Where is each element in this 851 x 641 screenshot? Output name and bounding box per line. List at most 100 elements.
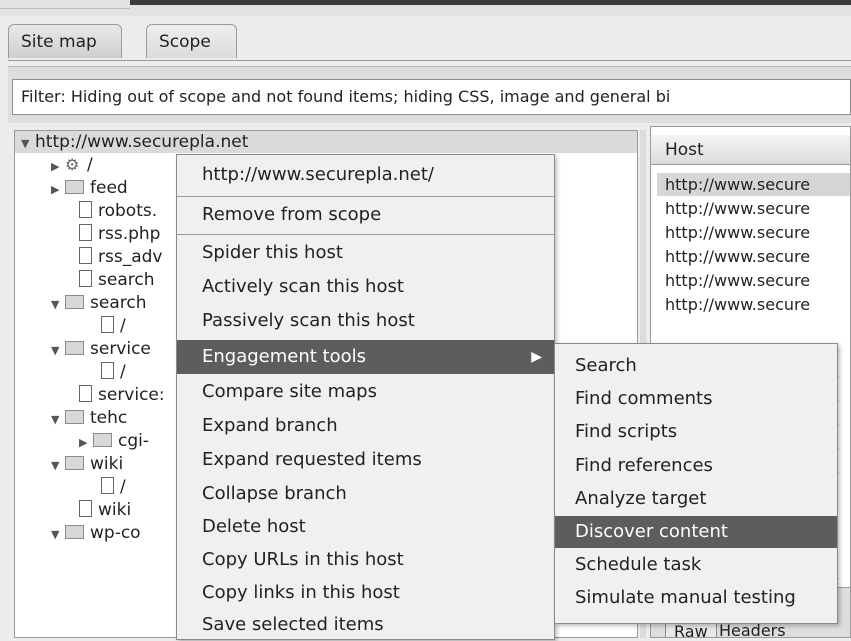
menu-item-remove-from-scope[interactable]: Remove from scope	[177, 199, 554, 231]
host-row[interactable]: http://www.secure	[665, 293, 810, 316]
triangle-down-icon[interactable]: ▼	[21, 133, 35, 155]
engagement-tools-submenu: Search Find comments Find scripts Find r…	[554, 343, 838, 624]
menu-item-delete-host[interactable]: Delete host	[177, 511, 554, 543]
tree-item-label: search	[90, 293, 147, 313]
tree-item-label: tehc	[90, 408, 128, 428]
menu-item-copy-urls[interactable]: Copy URLs in this host	[177, 544, 554, 576]
host-row[interactable]: http://www.secure	[665, 269, 810, 292]
host-row[interactable]: http://www.secure	[665, 197, 810, 220]
tree-item-service-folder[interactable]: ▼ service	[51, 338, 151, 360]
tree-item-wiki-folder[interactable]: ▼ wiki	[51, 453, 123, 475]
engagement-tools-label: Engagement tools	[202, 346, 366, 367]
folder-icon	[65, 410, 84, 424]
folder-icon	[65, 525, 84, 539]
triangle-right-icon[interactable]: ▶	[51, 179, 65, 201]
submenu-item-schedule-task[interactable]: Schedule task	[555, 549, 837, 581]
folder-icon	[93, 433, 112, 447]
tree-item-rss[interactable]: rss.php	[79, 223, 160, 245]
tab-scope[interactable]: Scope	[146, 24, 237, 58]
folder-icon	[65, 295, 84, 309]
tree-item-label: feed	[90, 178, 128, 198]
tree-item-label: robots.	[98, 201, 158, 221]
tree-item-rss-adv[interactable]: rss_adv	[79, 246, 162, 268]
tree-item-tehc[interactable]: ▼ tehc	[51, 407, 127, 429]
file-icon	[101, 316, 114, 333]
tab-baseline	[8, 60, 851, 61]
triangle-right-icon[interactable]: ▶	[79, 432, 93, 454]
tree-item-feed[interactable]: ▶ feed	[51, 177, 128, 199]
tree-item-search-root[interactable]: /	[101, 315, 126, 337]
file-icon	[79, 247, 92, 264]
tree-item-label: /	[120, 316, 126, 336]
tree-item-label: /	[87, 155, 93, 175]
submenu-item-analyze-target[interactable]: Analyze target	[555, 483, 837, 515]
filter-field[interactable]: Filter: Hiding out of scope and not foun…	[12, 79, 851, 115]
gear-icon: ⚙	[65, 155, 80, 174]
tree-item-label: /	[120, 477, 126, 497]
tree-item-label: cgi-	[118, 431, 149, 451]
tree-item-label: wiki	[90, 454, 124, 474]
tab-site-map[interactable]: Site map	[8, 24, 122, 58]
tree-root[interactable]: ▼ http://www.securepla.net	[21, 131, 248, 153]
folder-icon	[65, 180, 84, 194]
triangle-down-icon[interactable]: ▼	[51, 340, 65, 362]
window-top-bar	[0, 0, 851, 16]
host-row[interactable]: http://www.secure	[665, 221, 810, 244]
menu-item-expand-requested[interactable]: Expand requested items	[177, 444, 554, 476]
triangle-down-icon[interactable]: ▼	[51, 524, 65, 546]
tree-item-cgi[interactable]: ▶ cgi-	[79, 430, 149, 452]
host-row[interactable]: http://www.secure	[657, 173, 850, 196]
tree-item-root-path[interactable]: ▶ ⚙ /	[51, 154, 93, 176]
tree-item-search-folder[interactable]: ▼ search	[51, 292, 146, 314]
tree-item-label: /	[120, 362, 126, 382]
folder-icon	[65, 341, 84, 355]
menu-item-compare-site-maps[interactable]: Compare site maps	[177, 376, 554, 408]
menu-item-collapse-branch[interactable]: Collapse branch	[177, 478, 554, 510]
triangle-down-icon[interactable]: ▼	[51, 409, 65, 431]
tree-item-wiki-file[interactable]: wiki	[79, 499, 131, 521]
triangle-down-icon[interactable]: ▼	[51, 294, 65, 316]
file-icon	[79, 270, 92, 287]
submenu-item-find-scripts[interactable]: Find scripts	[555, 416, 837, 448]
tab-strip: Site map Scope	[8, 22, 851, 62]
tree-root-label: http://www.securepla.net	[35, 132, 249, 152]
tree-item-wp-content[interactable]: ▼ wp-co	[51, 522, 141, 544]
folder-icon	[65, 456, 84, 470]
tree-item-wiki-root[interactable]: /	[101, 476, 126, 498]
tree-item-label: rss.php	[98, 224, 161, 244]
menu-item-save-selected[interactable]: Save selected items	[177, 609, 554, 641]
filter-bar: Filter: Hiding out of scope and not foun…	[8, 66, 851, 123]
tree-item-label: rss_adv	[98, 247, 163, 267]
file-icon	[79, 201, 92, 218]
submenu-item-discover-content[interactable]: Discover content	[555, 516, 837, 548]
menu-item-copy-links[interactable]: Copy links in this host	[177, 577, 554, 609]
file-icon	[101, 477, 114, 494]
top-divider	[0, 8, 130, 9]
submenu-item-find-references[interactable]: Find references	[555, 450, 837, 482]
menu-separator	[177, 196, 554, 197]
submenu-item-find-comments[interactable]: Find comments	[555, 383, 837, 415]
menu-item-passive-scan[interactable]: Passively scan this host	[177, 305, 554, 337]
tree-item-robots[interactable]: robots.	[79, 200, 157, 222]
triangle-down-icon[interactable]: ▼	[51, 455, 65, 477]
menu-item-spider-host[interactable]: Spider this host	[177, 237, 554, 269]
menu-separator	[177, 234, 554, 235]
tree-item-label: wiki	[98, 500, 132, 520]
top-dark-strip	[130, 0, 851, 5]
tree-item-services-file[interactable]: service:	[79, 384, 165, 406]
tree-item-label: service:	[98, 385, 165, 405]
submenu-arrow-icon: ▶	[531, 349, 542, 365]
file-icon	[79, 500, 92, 517]
menu-item-expand-branch[interactable]: Expand branch	[177, 410, 554, 442]
host-row[interactable]: http://www.secure	[665, 245, 810, 268]
triangle-right-icon[interactable]: ▶	[51, 156, 65, 178]
tree-item-service-root[interactable]: /	[101, 361, 126, 383]
menu-item-engagement-tools[interactable]: Engagement tools ▶	[177, 340, 554, 374]
menu-item-active-scan[interactable]: Actively scan this host	[177, 271, 554, 303]
host-column-header[interactable]: Host	[651, 135, 850, 165]
file-icon	[79, 385, 92, 402]
tree-item-search-file[interactable]: search	[79, 269, 154, 291]
submenu-item-simulate-manual[interactable]: Simulate manual testing	[555, 582, 837, 614]
submenu-item-search[interactable]: Search	[555, 350, 837, 382]
file-icon	[79, 224, 92, 241]
